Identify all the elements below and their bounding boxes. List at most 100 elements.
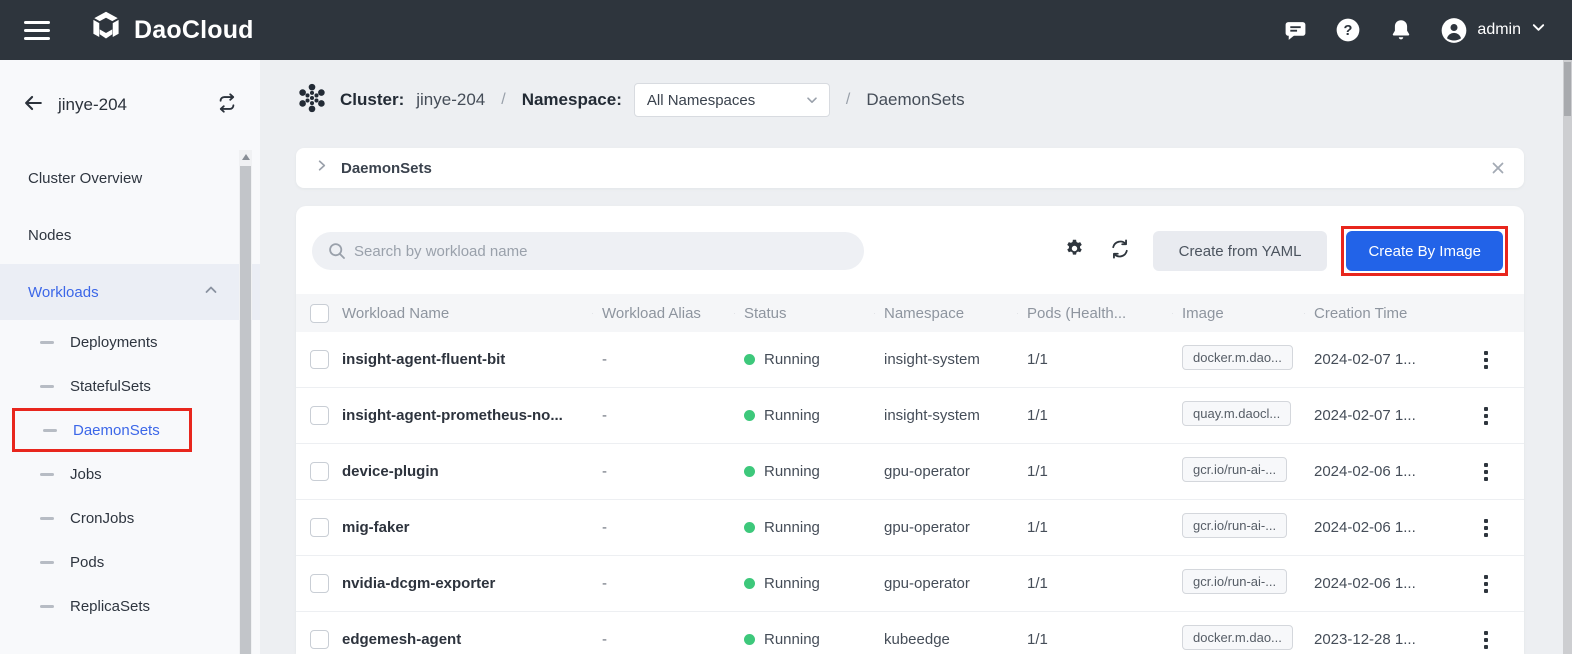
sidebar-item-label: ReplicaSets xyxy=(70,598,150,615)
sidebar-item-nodes[interactable]: Nodes xyxy=(0,207,260,264)
column-header-workload-name[interactable]: Workload Name xyxy=(342,305,592,322)
sidebar-item-label: Cluster Overview xyxy=(28,170,142,187)
image-chip[interactable]: docker.m.dao... xyxy=(1182,345,1293,370)
image-chip[interactable]: quay.m.daocl... xyxy=(1182,401,1291,426)
sidebar-item-replicasets[interactable]: ReplicaSets xyxy=(0,584,260,628)
status-dot-icon xyxy=(744,522,755,533)
sidebar-item-jobs[interactable]: Jobs xyxy=(0,452,260,496)
create-by-image-button[interactable]: Create By Image xyxy=(1346,231,1503,271)
sidebar-item-cronjobs[interactable]: CronJobs xyxy=(0,496,260,540)
cluster-value[interactable]: jinye-204 xyxy=(416,90,485,110)
sidebar-item-label: StatefulSets xyxy=(70,378,151,395)
workload-name-link[interactable]: nvidia-dcgm-exporter xyxy=(342,575,592,592)
search-box xyxy=(312,232,864,270)
creation-time-cell: 2024-02-07 1... xyxy=(1304,407,1447,424)
create-from-yaml-button[interactable]: Create from YAML xyxy=(1153,231,1328,271)
dash-bullet-icon xyxy=(43,429,57,432)
sidebar-item-label: Nodes xyxy=(28,227,71,244)
table-row[interactable]: insight-agent-prometheus-no... - Running… xyxy=(296,388,1524,444)
close-icon[interactable] xyxy=(1490,160,1506,176)
workload-name-link[interactable]: device-plugin xyxy=(342,463,592,480)
image-chip[interactable]: gcr.io/run-ai-... xyxy=(1182,513,1287,538)
workload-name-link[interactable]: edgemesh-agent xyxy=(342,631,592,648)
help-icon[interactable]: ? xyxy=(1335,17,1361,43)
column-header-image[interactable]: Image xyxy=(1172,305,1304,322)
row-checkbox[interactable] xyxy=(310,630,329,649)
status-label: Running xyxy=(764,519,820,536)
image-chip[interactable]: gcr.io/run-ai-... xyxy=(1182,457,1287,482)
workload-name-link[interactable]: insight-agent-fluent-bit xyxy=(342,351,592,368)
sidebar-item-label: CronJobs xyxy=(70,510,134,527)
separator: / xyxy=(846,91,850,109)
page-title: DaemonSets xyxy=(866,90,964,110)
hamburger-menu-icon[interactable] xyxy=(24,16,50,45)
sidebar-item-pods[interactable]: Pods xyxy=(0,540,260,584)
table-row[interactable]: mig-faker - Running gpu-operator 1/1 gcr… xyxy=(296,500,1524,556)
refresh-icon[interactable] xyxy=(1109,238,1131,265)
dash-bullet-icon xyxy=(40,341,54,344)
workload-alias: - xyxy=(592,351,734,368)
column-header-creation-time[interactable]: Creation Time xyxy=(1304,305,1447,322)
status-cell: Running xyxy=(734,463,874,480)
brand[interactable]: DaoCloud xyxy=(88,10,254,51)
notification-bell-icon[interactable] xyxy=(1388,17,1414,43)
chat-icon[interactable] xyxy=(1282,17,1308,43)
workload-alias: - xyxy=(592,463,734,480)
column-header-namespace[interactable]: Namespace xyxy=(874,305,1017,322)
image-chip[interactable]: gcr.io/run-ai-... xyxy=(1182,569,1287,594)
column-header-workload-alias[interactable]: Workload Alias xyxy=(592,305,734,322)
sidebar-scrollbar[interactable] xyxy=(239,150,252,654)
sidebar-scrollbar-thumb[interactable] xyxy=(240,166,251,654)
kebab-menu-button[interactable] xyxy=(1476,459,1496,485)
gear-icon[interactable] xyxy=(1064,238,1085,264)
pods-cell: 1/1 xyxy=(1017,575,1172,592)
search-icon xyxy=(327,241,347,266)
image-chip[interactable]: docker.m.dao... xyxy=(1182,625,1293,650)
separator: / xyxy=(501,91,505,109)
workload-alias: - xyxy=(592,407,734,424)
row-checkbox[interactable] xyxy=(310,462,329,481)
chevron-right-icon[interactable] xyxy=(314,158,329,178)
workload-name-link[interactable]: mig-faker xyxy=(342,519,592,536)
creation-time-cell: 2023-12-28 1... xyxy=(1304,631,1447,648)
column-header-status[interactable]: Status xyxy=(734,305,874,322)
table-row[interactable]: edgemesh-agent - Running kubeedge 1/1 do… xyxy=(296,612,1524,654)
sidebar: jinye-204 Cluster Overview Nodes Workloa… xyxy=(0,60,260,654)
sidebar-item-statefulsets[interactable]: StatefulSets xyxy=(0,364,260,408)
back-arrow-icon[interactable] xyxy=(22,92,44,119)
chevron-down-icon xyxy=(805,93,819,107)
row-checkbox[interactable] xyxy=(310,350,329,369)
row-checkbox[interactable] xyxy=(310,406,329,425)
sidebar-item-deployments[interactable]: Deployments xyxy=(0,320,260,364)
select-all-checkbox[interactable] xyxy=(310,304,329,323)
row-checkbox[interactable] xyxy=(310,518,329,537)
creation-time-cell: 2024-02-06 1... xyxy=(1304,575,1447,592)
workload-name-link[interactable]: insight-agent-prometheus-no... xyxy=(342,407,592,424)
workload-alias: - xyxy=(592,631,734,648)
sidebar-item-label: DaemonSets xyxy=(73,422,160,439)
scroll-up-arrow-icon[interactable] xyxy=(242,154,250,160)
namespace-cell: gpu-operator xyxy=(874,575,1017,592)
sidebar-item-cluster-overview[interactable]: Cluster Overview xyxy=(0,150,260,207)
kebab-menu-button[interactable] xyxy=(1476,571,1496,597)
kebab-menu-button[interactable] xyxy=(1476,403,1496,429)
status-label: Running xyxy=(764,463,820,480)
page-scrollbar-thumb[interactable] xyxy=(1564,62,1571,116)
sidebar-item-daemonsets[interactable]: DaemonSets xyxy=(12,408,192,452)
kebab-menu-button[interactable] xyxy=(1476,347,1496,373)
user-menu[interactable]: admin xyxy=(1441,17,1546,43)
kebab-menu-button[interactable] xyxy=(1476,515,1496,541)
namespace-selected-value: All Namespaces xyxy=(647,92,755,109)
kebab-menu-button[interactable] xyxy=(1476,627,1496,653)
page-scrollbar[interactable] xyxy=(1563,60,1572,654)
namespace-select[interactable]: All Namespaces xyxy=(634,83,830,117)
sidebar-item-workloads[interactable]: Workloads xyxy=(0,264,260,320)
column-header-pods[interactable]: Pods (Health... xyxy=(1017,305,1172,322)
cluster-switch-icon[interactable] xyxy=(216,92,238,119)
table-row[interactable]: device-plugin - Running gpu-operator 1/1… xyxy=(296,444,1524,500)
search-input[interactable] xyxy=(312,232,864,270)
chevron-down-icon[interactable] xyxy=(1531,20,1546,40)
table-row[interactable]: nvidia-dcgm-exporter - Running gpu-opera… xyxy=(296,556,1524,612)
table-row[interactable]: insight-agent-fluent-bit - Running insig… xyxy=(296,332,1524,388)
row-checkbox[interactable] xyxy=(310,574,329,593)
